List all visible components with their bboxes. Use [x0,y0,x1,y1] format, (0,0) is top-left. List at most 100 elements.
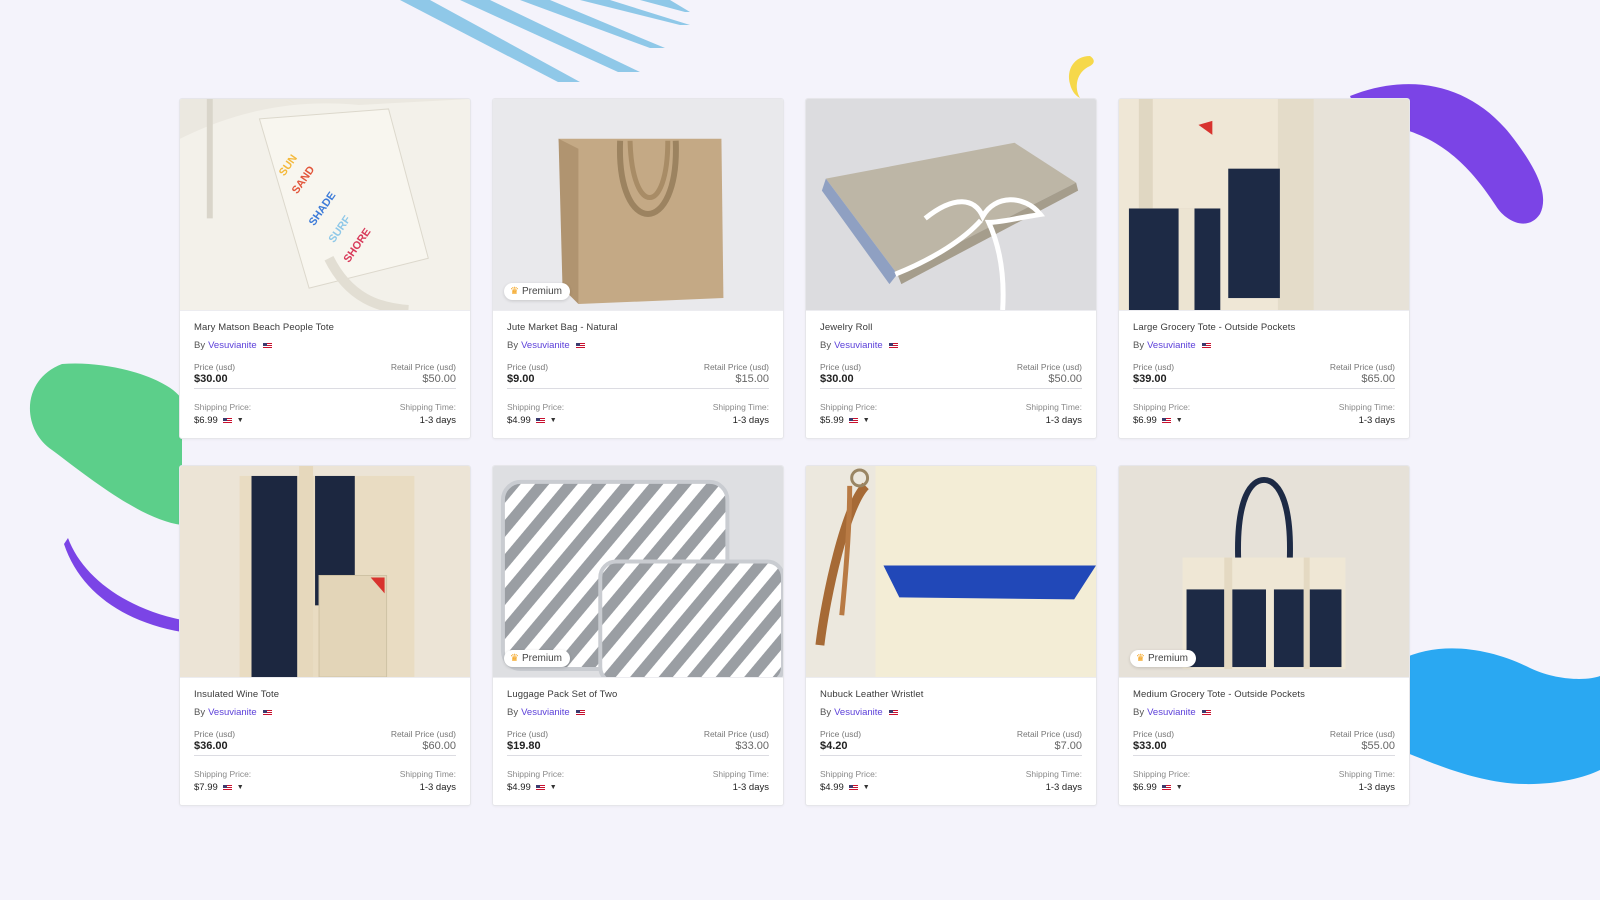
product-card[interactable]: Insulated Wine Tote By Vesuvianite Price … [179,465,471,806]
shipping-country-dropdown[interactable]: $4.99 ▼ [820,782,877,793]
product-card[interactable]: SUN SAND SHADE SURF SHORE Mary Matson Be… [179,98,471,439]
product-image[interactable]: ♛ Premium [493,466,783,678]
decor-green-blob [29,363,182,525]
vendor-link[interactable]: Vesuvianite [1147,340,1196,351]
product-image[interactable]: ♛ Premium [493,99,783,311]
shipping-row: Shipping Price: $6.99 ▼ Shipping Time: 1-3 … [194,402,456,426]
product-image[interactable] [1119,99,1409,311]
price-label: Price (usd) [1133,362,1175,372]
shipping-time-label: Shipping Time: [712,769,769,779]
vendor-link[interactable]: Vesuvianite [1147,707,1196,718]
retail-value: $55.00 [1361,740,1395,752]
caret-down-icon: ▼ [236,417,244,424]
product-title[interactable]: Nubuck Leather Wristlet [820,689,1082,702]
shipping-time-value: 1-3 days [732,782,769,793]
wristlet-image [806,466,1096,677]
shipping-country-dropdown[interactable]: $5.99 ▼ [820,415,877,426]
shipping-time-value: 1-3 days [1358,415,1395,426]
retail-label: Retail Price (usd) [1016,362,1082,372]
product-title[interactable]: Jewelry Roll [820,322,1082,335]
shipping-price-value: $6.99 [194,415,218,426]
us-flag-icon [1201,709,1211,716]
shipping-time-label: Shipping Time: [1338,402,1395,412]
us-flag-icon [262,709,272,716]
shipping-time-label: Shipping Time: [399,769,456,779]
retail-value: $65.00 [1361,373,1395,385]
product-title[interactable]: Large Grocery Tote - Outside Pockets [1133,322,1395,335]
product-grid: SUN SAND SHADE SURF SHORE Mary Matson Be… [179,98,1412,806]
vendor-line: By Vesuvianite [1133,707,1395,718]
us-flag-icon [222,784,232,791]
caret-down-icon: ▼ [862,417,870,424]
by-label: By [1133,707,1145,718]
shipping-country-dropdown[interactable]: $6.99 ▼ [1133,782,1190,793]
product-card[interactable]: Nubuck Leather Wristlet By Vesuvianite Pr… [805,465,1097,806]
shipping-country-dropdown[interactable]: $7.99 ▼ [194,782,251,793]
product-image[interactable] [806,466,1096,678]
us-flag-icon [535,784,545,791]
premium-label: Premium [521,653,562,664]
decor-moon [1068,56,1094,98]
product-card[interactable]: ♛ Premium Medium Grocery Tote - Outside P… [1118,465,1410,806]
price-label: Price (usd) [194,729,236,739]
shipping-price-label: Shipping Price: [1133,769,1191,779]
us-flag-icon [848,417,858,424]
product-card[interactable]: Jewelry Roll By Vesuvianite Price (usd) $3… [805,98,1097,439]
shipping-row: Shipping Price: $6.99 ▼ Shipping Time: 1-3 … [1133,769,1395,793]
shipping-country-dropdown[interactable]: $6.99 ▼ [1133,415,1190,426]
product-title[interactable]: Luggage Pack Set of Two [507,689,769,702]
premium-badge: ♛ Premium [1130,650,1196,667]
product-title[interactable]: Medium Grocery Tote - Outside Pockets [1133,689,1395,702]
price-row: Price (usd) $36.00 Retail Price (usd) $60.… [194,729,456,756]
us-flag-icon [1201,342,1211,349]
shipping-row: Shipping Price: $4.99 ▼ Shipping Time: 1-3 … [507,769,769,793]
product-card[interactable]: Large Grocery Tote - Outside Pockets By V… [1118,98,1410,439]
product-image[interactable]: SUN SAND SHADE SURF SHORE [180,99,470,311]
vendor-link[interactable]: Vesuvianite [208,340,257,351]
shipping-price-label: Shipping Price: [1133,402,1191,412]
shipping-price-value: $6.99 [1133,415,1157,426]
by-label: By [194,340,206,351]
jute-bag-image [493,99,783,310]
shipping-time-value: 1-3 days [1045,782,1082,793]
vendor-link[interactable]: Vesuvianite [521,707,570,718]
vendor-line: By Vesuvianite [194,707,456,718]
shipping-country-dropdown[interactable]: $6.99 ▼ [194,415,251,426]
by-label: By [1133,340,1145,351]
vendor-link[interactable]: Vesuvianite [208,707,257,718]
price-row: Price (usd) $39.00 Retail Price (usd) $65.… [1133,362,1395,389]
grocery-tote-large-image [1119,99,1409,310]
product-card[interactable]: ♛ Premium Jute Market Bag - Natural By Ves… [492,98,784,439]
price-row: Price (usd) $30.00 Retail Price (usd) $50.… [194,362,456,389]
us-flag-icon [575,342,585,349]
caret-down-icon: ▼ [236,784,244,791]
price-value: $4.20 [820,740,848,752]
price-value: $19.80 [507,740,541,752]
shipping-price-value: $4.99 [507,415,531,426]
retail-value: $33.00 [735,740,769,752]
price-label: Price (usd) [820,729,862,739]
vendor-link[interactable]: Vesuvianite [521,340,570,351]
shipping-price-label: Shipping Price: [507,402,565,412]
vendor-link[interactable]: Vesuvianite [834,707,883,718]
crown-icon: ♛ [1136,653,1145,664]
shipping-row: Shipping Price: $5.99 ▼ Shipping Time: 1-3 … [820,402,1082,426]
price-value: $30.00 [194,373,228,385]
vendor-line: By Vesuvianite [820,707,1082,718]
product-image[interactable]: ♛ Premium [1119,466,1409,678]
product-title[interactable]: Mary Matson Beach People Tote [194,322,456,335]
beach-tote-image: SUN SAND SHADE SURF SHORE [180,99,470,310]
shipping-time-value: 1-3 days [732,415,769,426]
vendor-link[interactable]: Vesuvianite [834,340,883,351]
product-card[interactable]: ♛ Premium Luggage Pack Set of Two By Vesuv… [492,465,784,806]
product-image[interactable] [806,99,1096,311]
product-image[interactable] [180,466,470,678]
shipping-country-dropdown[interactable]: $4.99 ▼ [507,782,564,793]
shipping-row: Shipping Price: $6.99 ▼ Shipping Time: 1-3 … [1133,402,1395,426]
vendor-line: By Vesuvianite [507,340,769,351]
shipping-country-dropdown[interactable]: $4.99 ▼ [507,415,564,426]
price-label: Price (usd) [507,362,549,372]
us-flag-icon [262,342,272,349]
product-title[interactable]: Insulated Wine Tote [194,689,456,702]
product-title[interactable]: Jute Market Bag - Natural [507,322,769,335]
